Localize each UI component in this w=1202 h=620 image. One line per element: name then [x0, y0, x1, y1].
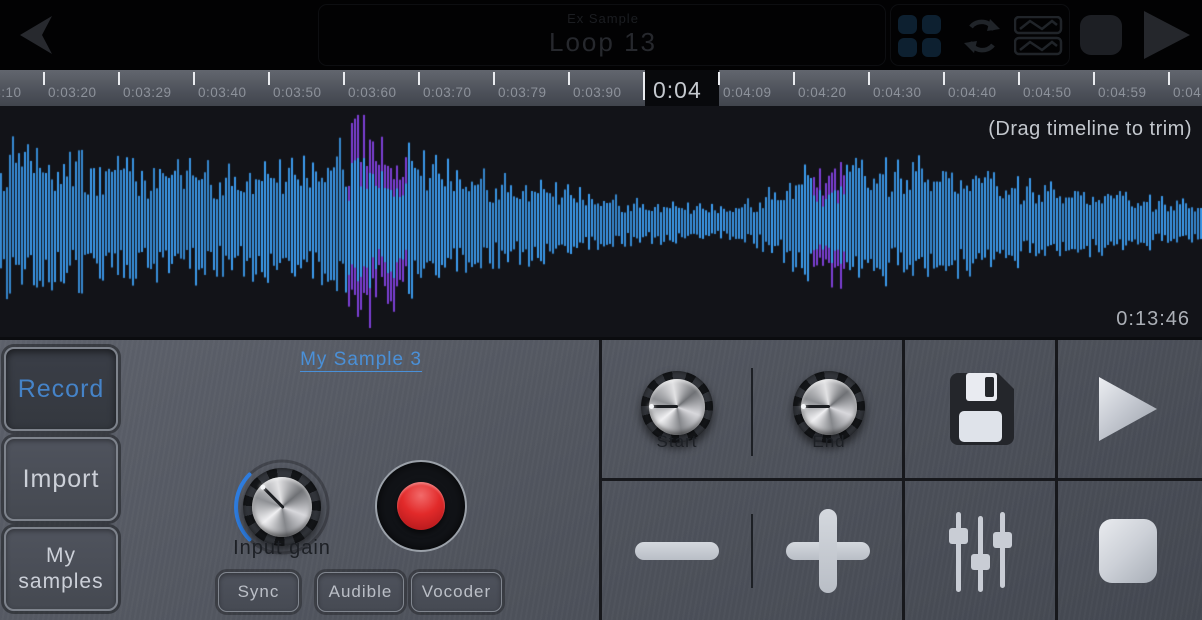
sample-name-link-wrap: My Sample 3: [122, 349, 600, 371]
ruler-tick-label: 0:03:79: [498, 85, 547, 100]
start-knob-label: Start: [637, 432, 717, 452]
stop-button-top[interactable]: [1080, 15, 1122, 55]
preview-stop-button[interactable]: [1099, 519, 1157, 583]
vocoder-toggle-button[interactable]: Vocoder: [411, 572, 502, 612]
sample-name-link[interactable]: My Sample 3: [300, 349, 422, 372]
ruler-tick: 0:03:70: [418, 72, 420, 85]
sampler-app: Ex Sample Loop 13 0:03:: [0, 0, 1202, 620]
zoom-cell-divider: [751, 514, 753, 588]
ruler-tick: 0:04:59: [1093, 72, 1095, 85]
ruler-tick: 0:03:29: [118, 72, 120, 85]
ruler-tick-label: 0:03:10: [0, 85, 22, 100]
zoom-out-button[interactable]: [635, 542, 719, 560]
ruler-tick: 0:04:70: [1168, 72, 1170, 85]
ruler-tick-label: 0:03:50: [273, 85, 322, 100]
playhead-section[interactable]: 0:04: [645, 70, 719, 106]
ruler-tick-label: 0:03:40: [198, 85, 247, 100]
import-tab-button[interactable]: Import: [4, 437, 118, 521]
ruler-tick: 0:04:40: [943, 72, 945, 85]
ruler-tick: 0:03:50: [268, 72, 270, 85]
ruler-tick: 0:04:09: [718, 72, 720, 85]
mixer-button[interactable]: [944, 506, 1016, 598]
record-dot-icon: [397, 482, 445, 530]
preview-play-button[interactable]: [1099, 377, 1157, 441]
timeline-ruler[interactable]: 0:03:100:03:200:03:290:03:400:03:500:03:…: [0, 70, 1202, 106]
loop-title: Loop 13: [320, 27, 886, 58]
drag-hint-text: (Drag timeline to trim): [988, 118, 1192, 141]
ruler-tick: 0:04:20: [793, 72, 795, 85]
ruler-tick: 0:04:50: [1018, 72, 1020, 85]
playhead-time-label: 0:04: [653, 77, 702, 104]
ruler-tick: 0:03:40: [193, 72, 195, 85]
ruler-tick-label: 0:03:29: [123, 85, 172, 100]
control-panel: Record Import My samples My Sample 3 Inp…: [0, 337, 1202, 620]
ruler-tick: 0:03:20: [43, 72, 45, 85]
record-tab-button[interactable]: Record: [4, 347, 118, 431]
end-knob-label: End: [789, 432, 869, 452]
sync-toggle-button[interactable]: Sync: [218, 572, 299, 612]
save-button[interactable]: [944, 371, 1016, 447]
pads-grid-icon[interactable]: [898, 15, 942, 57]
ruler-tick: [643, 72, 645, 100]
audible-toggle-button[interactable]: Audible: [317, 572, 404, 612]
knob-cell-divider: [751, 368, 753, 456]
panel-divider-horizontal: [599, 478, 1202, 481]
title-block: Ex Sample Loop 13: [320, 4, 886, 66]
ruler-tick-label: 0:04:50: [1023, 85, 1072, 100]
ruler-tick-label: 0:03:20: [48, 85, 97, 100]
ruler-tick-label: 0:03:90: [573, 85, 622, 100]
dual-waveform-icon[interactable]: [1014, 16, 1064, 56]
ruler-tick-label: 0:04:59: [1098, 85, 1147, 100]
ruler-tick-label: 0:03:70: [423, 85, 472, 100]
back-arrow-icon[interactable]: [12, 12, 60, 58]
record-button[interactable]: [375, 460, 467, 552]
ruler-tick: 0:03:79: [493, 72, 495, 85]
ruler-tick: 0:03:90: [568, 72, 570, 85]
sample-subtitle: Ex Sample: [320, 11, 886, 26]
top-bar: Ex Sample Loop 13: [0, 0, 1202, 70]
ruler-tick-label: 0:04:30: [873, 85, 922, 100]
play-button-top[interactable]: [1144, 11, 1190, 59]
ruler-tick-label: 0:04:70: [1173, 85, 1202, 100]
input-gain-label: Input gain: [198, 537, 366, 560]
waveform-panel: (Drag timeline to trim) 0:13:46: [0, 106, 1202, 337]
my-samples-tab-button[interactable]: My samples: [4, 527, 118, 611]
plus-icon-vbar: [819, 509, 837, 593]
ruler-tick-label: 0:03:60: [348, 85, 397, 100]
ruler-tick: 0:03:60: [343, 72, 345, 85]
ruler-tick-label: 0:04:09: [723, 85, 772, 100]
loop-refresh-icon[interactable]: [960, 15, 1004, 57]
input-gain-knob[interactable]: [243, 468, 321, 546]
ruler-tick-label: 0:04:40: [948, 85, 997, 100]
duration-readout: 0:13:46: [1116, 308, 1190, 331]
ruler-tick: 0:04:30: [868, 72, 870, 85]
ruler-tick-label: 0:04:20: [798, 85, 847, 100]
